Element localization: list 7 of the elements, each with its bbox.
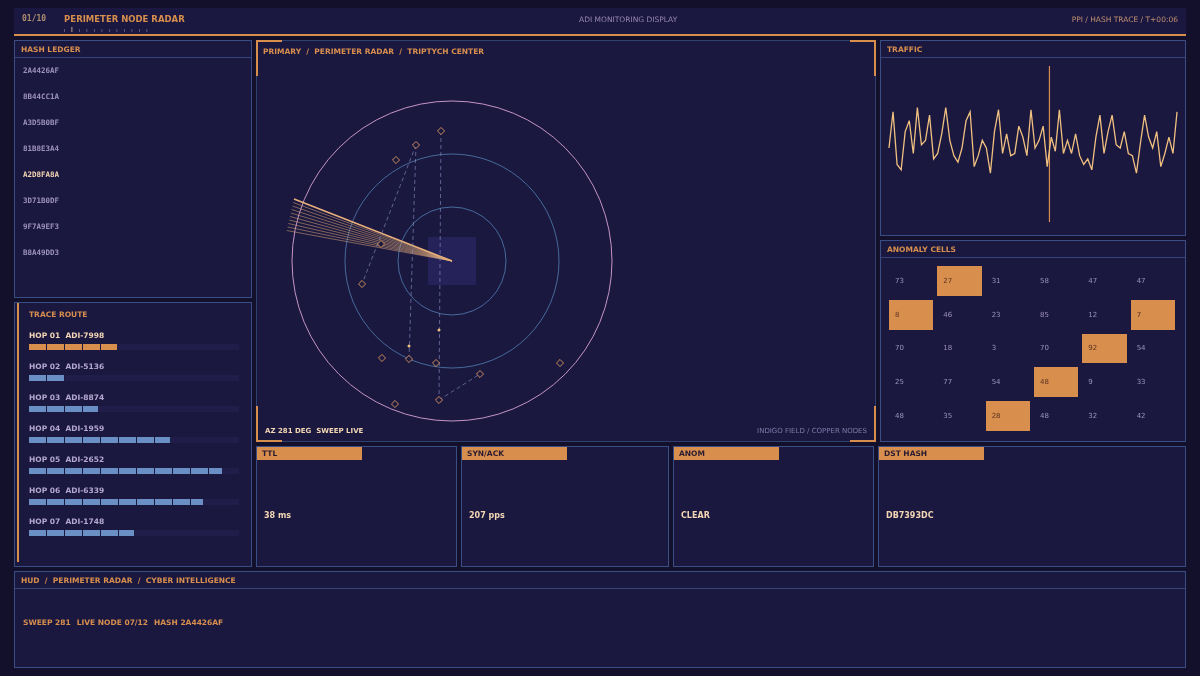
- metric-value: CLEAR: [681, 511, 710, 520]
- page-index: 01/10: [22, 14, 47, 25]
- metric-value: DB7393DC: [886, 511, 934, 520]
- corner-bracket: [850, 40, 876, 76]
- metric-value: 207 pps: [469, 511, 505, 520]
- metric-value: 38 ms: [264, 511, 291, 520]
- dashboard-title: PERIMETER NODE RADAR: [64, 14, 185, 24]
